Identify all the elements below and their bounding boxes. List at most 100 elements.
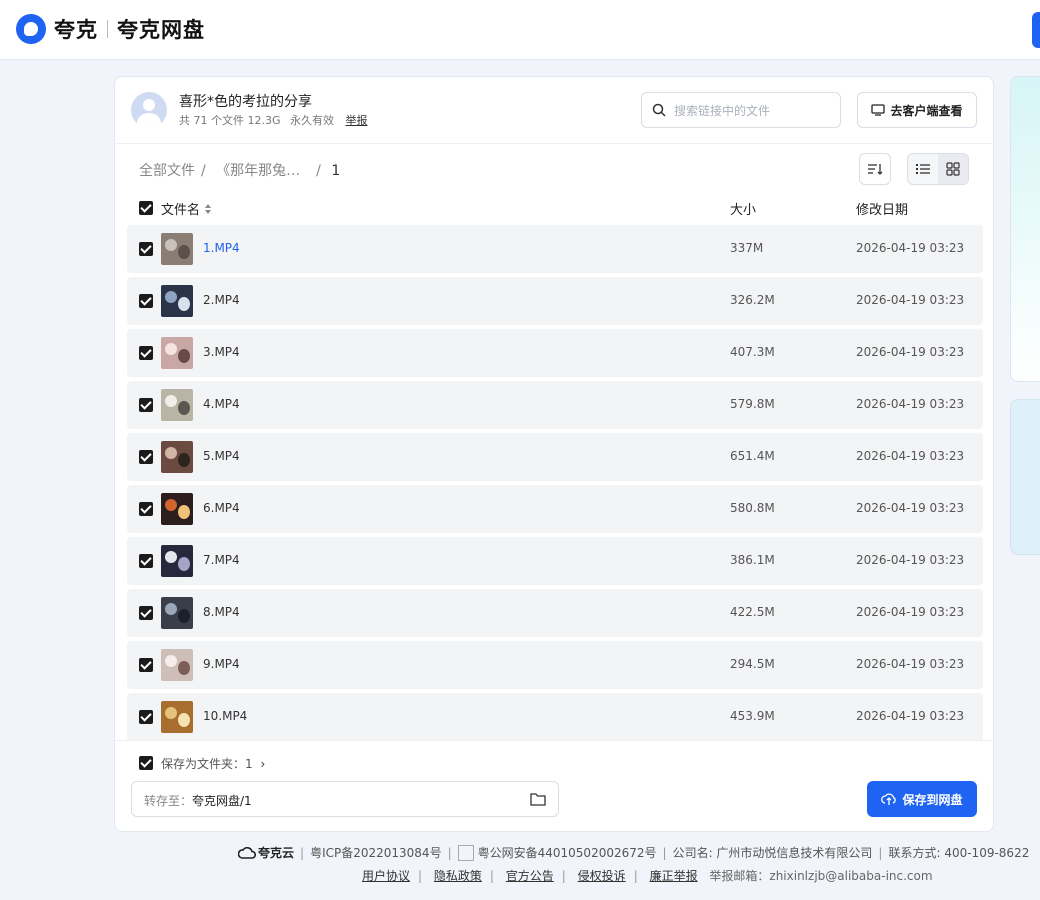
video-thumbnail — [161, 701, 193, 733]
table-row[interactable]: 1.MP4 337M 2026-04-19 03:23 — [127, 225, 983, 273]
save-bar: 保存为文件夹：1 › 转存至： 夸克网盘/1 保存到网盘 — [115, 740, 993, 831]
table-row[interactable]: 2.MP4 326.2M 2026-04-19 03:23 — [127, 277, 983, 325]
transfer-target[interactable]: 转存至： 夸克网盘/1 — [131, 781, 559, 817]
file-date: 2026-04-19 03:23 — [856, 345, 965, 359]
folder-icon[interactable] — [530, 792, 546, 806]
row-checkbox[interactable] — [139, 294, 153, 308]
file-name[interactable]: 8.MP4 — [203, 605, 240, 619]
table-row[interactable]: 10.MP4 453.9M 2026-04-19 03:23 — [127, 693, 983, 741]
promo-banner[interactable] — [1010, 76, 1040, 382]
video-thumbnail — [161, 285, 193, 317]
save-to-drive-button[interactable]: 保存到网盘 — [867, 781, 977, 817]
sort-arrows-icon — [205, 203, 212, 214]
breadcrumb-root[interactable]: 全部文件 — [139, 163, 195, 179]
row-checkbox[interactable] — [139, 502, 153, 516]
file-date: 2026-04-19 03:23 — [856, 709, 965, 723]
contact-info: 联系方式: 400-109-8622 — [888, 846, 1030, 860]
brand-name: 夸克 — [54, 18, 98, 42]
save-as-folder-checkbox[interactable] — [139, 756, 153, 770]
file-name[interactable]: 4.MP4 — [203, 397, 240, 411]
search-placeholder: 搜索链接中的文件 — [674, 104, 771, 118]
top-action-button[interactable] — [1032, 12, 1040, 48]
file-size: 407.3M — [730, 345, 775, 359]
row-checkbox[interactable] — [139, 658, 153, 672]
list-view-button[interactable] — [908, 154, 938, 184]
share-card: 喜形*色的考拉的分享 共 71 个文件 12.3G 永久有效 举报 搜索链接中的… — [114, 76, 994, 832]
cloud-logo-icon — [238, 846, 256, 859]
brand-divider — [107, 20, 108, 38]
avatar — [131, 92, 167, 128]
promo-card[interactable] — [1010, 399, 1040, 555]
file-name[interactable]: 6.MP4 — [203, 501, 240, 515]
file-name[interactable]: 10.MP4 — [203, 709, 247, 723]
infringement-link[interactable]: 侵权投诉 — [578, 869, 626, 883]
file-name[interactable]: 1.MP4 — [203, 241, 240, 255]
file-name[interactable]: 2.MP4 — [203, 293, 240, 307]
quark-logo[interactable]: 夸克 夸克网盘 — [16, 14, 205, 44]
quark-logo-icon — [16, 14, 46, 44]
grid-view-button[interactable] — [938, 154, 968, 184]
file-date: 2026-04-19 03:23 — [856, 293, 965, 307]
save-to-drive-label: 保存到网盘 — [902, 792, 963, 807]
table-row[interactable]: 3.MP4 407.3M 2026-04-19 03:23 — [127, 329, 983, 377]
video-thumbnail — [161, 337, 193, 369]
row-checkbox[interactable] — [139, 398, 153, 412]
row-checkbox[interactable] — [139, 554, 153, 568]
icp-link[interactable]: 粤ICP备2022013084号 — [310, 844, 442, 861]
open-client-button[interactable]: 去客户端查看 — [857, 92, 977, 128]
search-input[interactable]: 搜索链接中的文件 — [641, 92, 841, 128]
breadcrumb-current: 1 — [331, 163, 341, 179]
sort-button[interactable] — [859, 153, 891, 185]
police-record-link[interactable]: 粤公网安备44010502002672号 — [478, 844, 657, 861]
file-size: 579.8M — [730, 397, 775, 411]
file-name[interactable]: 9.MP4 — [203, 657, 240, 671]
monitor-icon — [871, 104, 886, 116]
video-thumbnail — [161, 493, 193, 525]
column-name[interactable]: 文件名 — [161, 199, 212, 218]
file-name[interactable]: 5.MP4 — [203, 449, 240, 463]
video-thumbnail — [161, 545, 193, 577]
table-row[interactable]: 6.MP4 580.8M 2026-04-19 03:23 — [127, 485, 983, 533]
breadcrumb-parent[interactable]: 《那年那兔… — [216, 163, 300, 179]
user-agreement-link[interactable]: 用户协议 — [362, 869, 410, 883]
row-checkbox[interactable] — [139, 606, 153, 620]
table-row[interactable]: 7.MP4 386.1M 2026-04-19 03:23 — [127, 537, 983, 585]
file-size: 651.4M — [730, 449, 775, 463]
table-row[interactable]: 8.MP4 422.5M 2026-04-19 03:23 — [127, 589, 983, 637]
breadcrumb: 全部文件 / 《那年那兔…/ 1 — [139, 163, 341, 179]
row-checkbox[interactable] — [139, 710, 153, 724]
file-name[interactable]: 3.MP4 — [203, 345, 240, 359]
row-checkbox[interactable] — [139, 242, 153, 256]
file-size: 326.2M — [730, 293, 775, 307]
table-row[interactable]: 5.MP4 651.4M 2026-04-19 03:23 — [127, 433, 983, 481]
privacy-policy-link[interactable]: 隐私政策 — [434, 869, 482, 883]
file-date: 2026-04-19 03:23 — [856, 397, 965, 411]
select-all-checkbox[interactable] — [139, 201, 153, 215]
video-thumbnail — [161, 441, 193, 473]
product-name: 夸克网盘 — [117, 18, 205, 42]
table-row[interactable]: 4.MP4 579.8M 2026-04-19 03:23 — [127, 381, 983, 429]
announcements-link[interactable]: 官方公告 — [506, 869, 554, 883]
list-icon — [916, 164, 930, 174]
view-toggle — [907, 153, 969, 185]
file-date: 2026-04-19 03:23 — [856, 553, 965, 567]
file-date: 2026-04-19 03:23 — [856, 449, 965, 463]
row-checkbox[interactable] — [139, 346, 153, 360]
file-size: 453.9M — [730, 709, 775, 723]
file-size: 386.1M — [730, 553, 775, 567]
video-thumbnail — [161, 389, 193, 421]
table-header: 文件名 大小 修改日期 — [115, 195, 993, 221]
table-row[interactable]: 9.MP4 294.5M 2026-04-19 03:23 — [127, 641, 983, 689]
file-size: 294.5M — [730, 657, 775, 671]
integrity-report-link[interactable]: 廉正举报 — [650, 869, 698, 883]
validity: 永久有效 — [290, 114, 335, 127]
row-checkbox[interactable] — [139, 450, 153, 464]
report-email: 举报邮箱：zhixinlzjb@alibaba-inc.com — [709, 869, 933, 883]
file-list: 1.MP4 337M 2026-04-19 03:23 2.MP4 326.2M 2026… — [127, 225, 983, 745]
footer-links: 用户协议 | 隐私政策 | 官方公告 | 侵权投诉 | 廉正举报 举报邮箱：zhixin… — [362, 869, 933, 883]
file-date: 2026-04-19 03:23 — [856, 241, 965, 255]
video-thumbnail — [161, 649, 193, 681]
report-link[interactable]: 举报 — [346, 114, 368, 127]
share-title: 喜形*色的考拉的分享 — [179, 94, 312, 110]
file-name[interactable]: 7.MP4 — [203, 553, 240, 567]
